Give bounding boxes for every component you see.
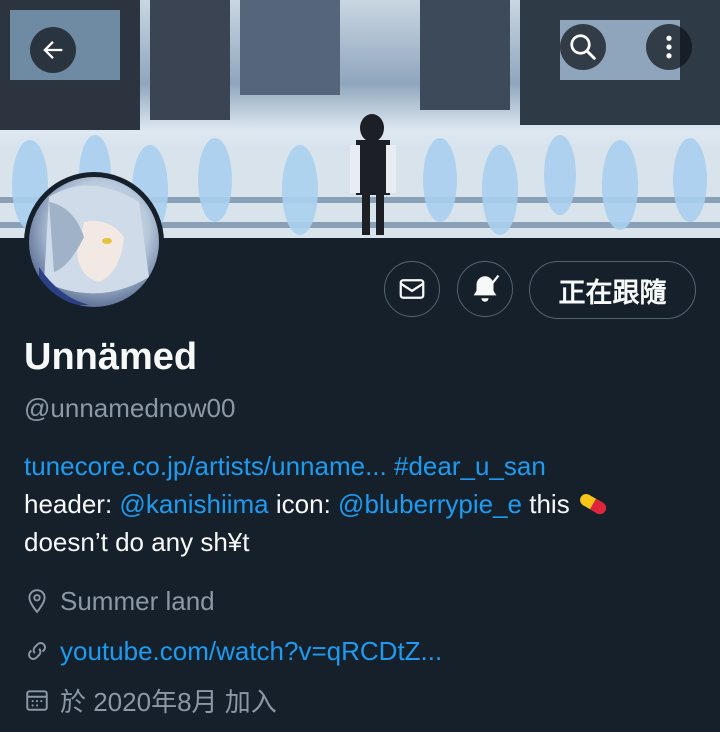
calendar-icon: [24, 687, 50, 713]
joined-text: 於 2020年8月 加入: [60, 686, 277, 717]
bio-link[interactable]: tunecore.co.jp/artists/unname...: [24, 451, 387, 481]
bio-icon-mention[interactable]: @bluberrypie_e: [338, 489, 522, 519]
bio-line-1: tunecore.co.jp/artists/unname... #dear_u…: [24, 447, 704, 485]
back-button[interactable]: [30, 27, 76, 73]
profile-avatar[interactable]: [24, 172, 164, 312]
location-pin-icon: [24, 588, 50, 614]
bio-hashtag[interactable]: #dear_u_san: [394, 451, 546, 481]
bio-line-3: doesn’t do any sh¥t: [24, 527, 250, 557]
avatar-image: [29, 177, 159, 307]
search-button[interactable]: [560, 24, 606, 70]
profile-bio: tunecore.co.jp/artists/unname... #dear_u…: [24, 447, 704, 561]
website-link[interactable]: youtube.com/watch?v=qRCDtZ...: [60, 636, 442, 667]
bio-line-2: header: @kanishiima icon: @bluberrypie_e…: [24, 485, 704, 523]
bio-header-label: header:: [24, 489, 113, 519]
following-button[interactable]: 正在跟隨: [529, 261, 696, 319]
notifications-button[interactable]: [457, 261, 513, 317]
website-row: youtube.com/watch?v=qRCDtZ...: [24, 633, 442, 669]
link-icon: [24, 638, 50, 664]
location-row: Summer land: [24, 583, 215, 619]
more-options-button[interactable]: [646, 24, 692, 70]
location-text: Summer land: [60, 585, 215, 616]
message-button[interactable]: [384, 261, 440, 317]
display-name: Unnämed: [24, 336, 198, 378]
search-icon: [570, 34, 596, 60]
envelope-icon: [399, 279, 425, 299]
joined-row: 於 2020年8月 加入: [24, 682, 277, 718]
arrow-left-icon: [43, 41, 63, 59]
bio-header-mention[interactable]: @kanishiima: [119, 489, 268, 519]
bell-check-icon: [473, 274, 500, 302]
bio-icon-label: icon:: [275, 489, 331, 519]
more-vertical-icon: [666, 35, 672, 59]
pill-icon: [580, 494, 606, 514]
bio-tail-text: this: [529, 489, 570, 519]
user-handle: @unnamednow00: [24, 393, 236, 423]
